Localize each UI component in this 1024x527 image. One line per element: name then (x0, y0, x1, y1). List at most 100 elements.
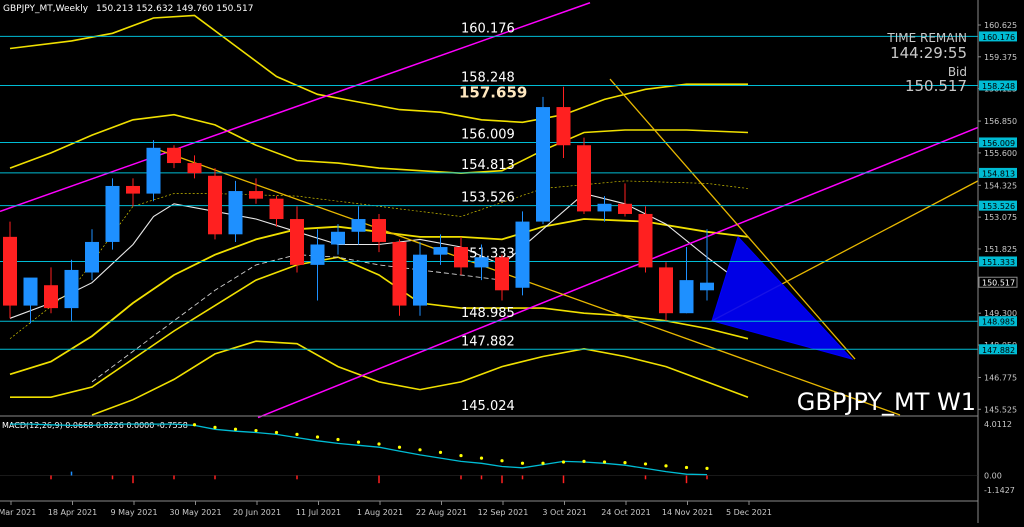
level-label-156.009: 156.009 (461, 127, 515, 142)
macd-signal-dot (602, 460, 607, 464)
price-tag-label: 156.009 (982, 139, 1015, 148)
macd-signal-dot (561, 460, 566, 464)
price-tick-label: 156.850 (984, 117, 1017, 126)
time-tick-label: 9 May 2021 (110, 508, 157, 517)
macd-signal-dot (582, 459, 586, 463)
time-tick-label: 14 Nov 2021 (662, 508, 713, 517)
candle-body (372, 219, 386, 242)
macd-signal-dot (397, 445, 402, 449)
bid-value: 150.517 (905, 77, 967, 95)
candle-body (515, 221, 530, 288)
candle-body (700, 282, 714, 291)
time-tick-label: 11 Jul 2021 (296, 508, 341, 517)
level-label-148.985: 148.985 (461, 306, 515, 321)
candle-body (679, 280, 694, 314)
candle-body (659, 267, 673, 314)
price-tag-label: 160.176 (982, 33, 1015, 42)
candle-body (392, 241, 407, 306)
time-tick-label: 5 Dec 2021 (726, 508, 772, 517)
macd-signal-dot (479, 456, 484, 460)
candle-body (208, 175, 222, 235)
macd-signal-dot (336, 437, 340, 442)
macd-signal-dot (192, 423, 197, 427)
macd-signal-dot (643, 462, 648, 466)
price-tag-label: 148.985 (982, 318, 1015, 327)
candle-body (85, 241, 99, 273)
macd-signal-dot (684, 465, 689, 470)
candle-body (269, 198, 284, 220)
price-tag-label: 151.333 (982, 258, 1015, 267)
price-tick-label: 153.075 (984, 213, 1017, 222)
candle-body (413, 254, 427, 306)
ohlc-values: 150.213 152.632 149.760 150.517 (96, 4, 253, 14)
price-tick-label: 160.625 (984, 21, 1017, 30)
macd-signal-dot (274, 430, 279, 435)
level-label-145.024: 145.024 (461, 399, 515, 414)
time-tick-label: 3 Oct 2021 (542, 508, 586, 517)
candle-body (536, 107, 550, 222)
candle-body (351, 219, 366, 232)
macd-signal-dot (459, 453, 463, 458)
candle-body (433, 247, 448, 255)
candle-body (290, 219, 304, 265)
chart-window: 160.176 158.248 157.659 156.009 154.813 153.5… (0, 0, 1024, 523)
macd-signal-dot (315, 435, 320, 439)
symbol-watermark: GBPJPY_MT W1 (797, 388, 976, 416)
price-tick-label: 145.525 (984, 405, 1017, 414)
time-tick-label: 1 Aug 2021 (357, 508, 403, 517)
candle-body (64, 269, 79, 309)
time-tick-label: 22 Aug 2021 (416, 508, 467, 517)
macd-tick-label: -1.1427 (984, 486, 1015, 495)
macd-signal-dot (295, 432, 299, 436)
candle-body (310, 244, 325, 265)
level-label-160.176: 160.176 (461, 21, 515, 36)
price-tick-label: 146.775 (984, 373, 1017, 382)
candle-body (3, 236, 17, 306)
candle-body (638, 213, 653, 268)
candle-body (495, 257, 509, 291)
candle-body (105, 185, 120, 242)
macd-signal-dot (541, 461, 545, 465)
symbol-info: GBPJPY_MT,Weekly (3, 4, 89, 14)
macd-signal-dot (418, 448, 422, 452)
time-tick-label: 30 May 2021 (169, 508, 221, 517)
level-label-157.659: 157.659 (459, 83, 527, 101)
level-label-153.526: 153.526 (461, 191, 515, 206)
price-tick-label: 155.600 (984, 149, 1017, 158)
macd-tick-label: 0.00 (984, 471, 1002, 480)
macd-signal-dot (356, 440, 361, 444)
price-tag-label: 147.882 (982, 346, 1015, 355)
candle-body (146, 147, 161, 194)
candle-body (167, 147, 181, 164)
macd-signal-dot (500, 459, 504, 463)
candle-body (249, 191, 263, 199)
candle-body (126, 185, 140, 194)
macd-signal-dot (664, 464, 668, 468)
price-tick-label: 151.825 (984, 245, 1017, 254)
price-chart[interactable]: 160.176 158.248 157.659 156.009 154.813 153.5… (0, 0, 1024, 523)
price-tick-label: 159.375 (984, 53, 1017, 62)
macd-signal-dot (254, 428, 258, 433)
time-tick-label: 24 Oct 2021 (601, 508, 650, 517)
time-tick-label: 28 Mar 2021 (0, 508, 36, 517)
time-tick-label: 18 Apr 2021 (48, 508, 97, 517)
macd-signal-dot (233, 427, 238, 431)
time-tick-label: 12 Sep 2021 (478, 508, 529, 517)
time-remain-value: 144:29:55 (890, 44, 967, 62)
candle-body (597, 203, 612, 212)
candle-body (556, 107, 571, 146)
price-tick-label: 154.325 (984, 181, 1017, 190)
candle-body (187, 163, 202, 174)
macd-tick-label: 4.0112 (984, 420, 1012, 429)
price-tag-label: 150.517 (982, 279, 1015, 288)
macd-signal-dot (520, 461, 525, 465)
macd-signal-dot (438, 450, 443, 454)
level-label-154.813: 154.813 (461, 158, 515, 173)
candle-body (577, 145, 591, 212)
time-remain-label: TIME REMAIN (886, 31, 967, 45)
macd-signal-dot (377, 442, 381, 446)
macd-signal-dot (705, 466, 709, 471)
macd-signal-dot (213, 425, 217, 429)
level-label-147.882: 147.882 (461, 334, 515, 349)
candle-body (23, 277, 38, 306)
